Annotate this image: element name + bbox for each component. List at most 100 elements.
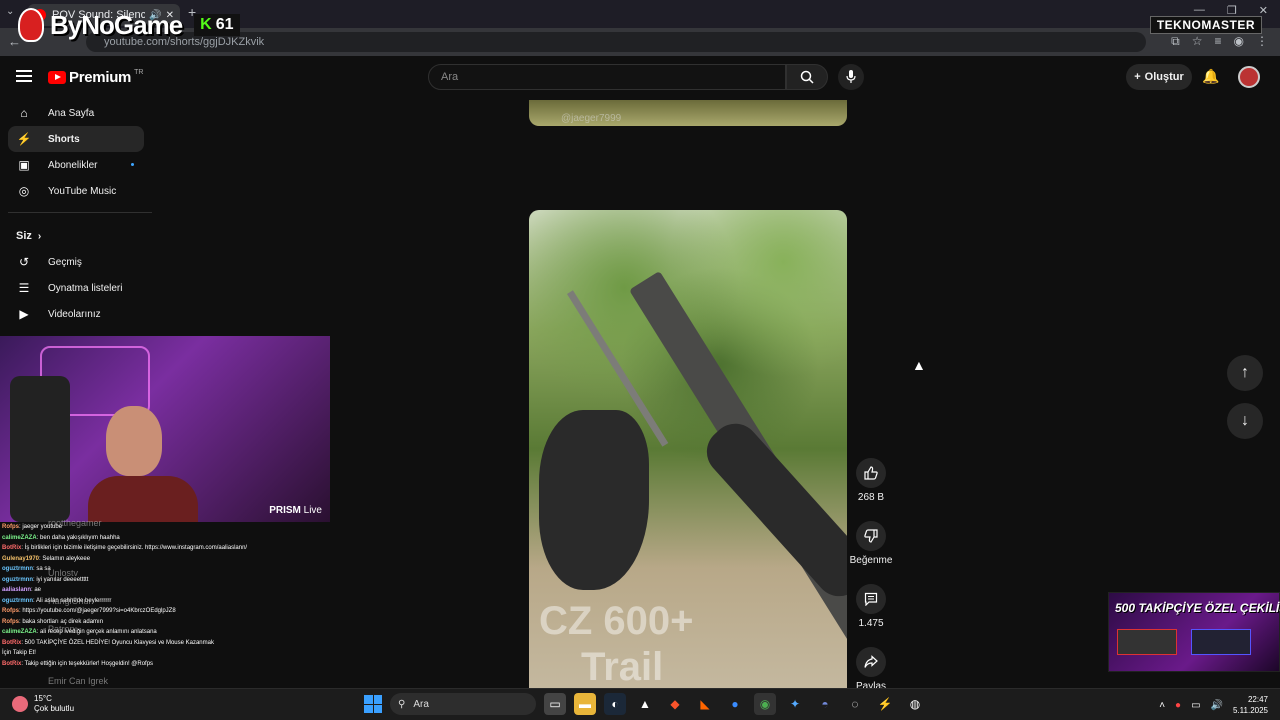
previous-short-button[interactable]: ↑	[1227, 355, 1263, 391]
search-icon: ⚲	[398, 698, 406, 710]
kick-icon: K	[200, 16, 212, 33]
like-count: 268 B	[857, 492, 885, 503]
windows-start-icon[interactable]	[364, 695, 382, 713]
file-explorer-icon[interactable]: ▬	[574, 693, 596, 715]
profile-icon[interactable]: ◉	[1234, 34, 1244, 49]
steam-icon[interactable]: ◐	[604, 693, 626, 715]
app-icon[interactable]: ◣	[694, 693, 716, 715]
menu-dots-icon[interactable]: ⋮	[1256, 34, 1268, 49]
sidebar-item-history[interactable]: ↺ Geçmiş	[8, 249, 144, 275]
music-icon: ◎	[18, 184, 30, 198]
account-avatar[interactable]	[1238, 66, 1260, 88]
weather-temp: 15°C	[34, 694, 52, 703]
thumbs-down-icon	[864, 529, 878, 543]
prism-live-badge: PRISM Live	[269, 505, 322, 516]
app-icon[interactable]: ●	[724, 693, 746, 715]
taskbar-search-label: Ara	[413, 698, 429, 710]
chat-message: Rofps: https://youtube.com/@jaeger7999?s…	[2, 608, 176, 614]
sponsor-logo: TEKNOMASTER	[1149, 16, 1262, 34]
thumbs-up-icon	[864, 466, 878, 480]
weather-icon	[12, 696, 28, 712]
brave-icon[interactable]: ◆	[664, 693, 686, 715]
search-icon	[800, 70, 814, 84]
voice-search-button[interactable]	[838, 64, 864, 90]
app-icon[interactable]: ◌	[844, 693, 866, 715]
volume-icon[interactable]: 🔊	[1211, 700, 1223, 711]
streamer-logo-icon	[18, 8, 44, 42]
like-button[interactable]	[856, 458, 886, 488]
ghost-channel-label: Emir Can Igrek	[48, 676, 109, 686]
sidebar-section-you[interactable]: Siz ›	[0, 223, 152, 249]
comment-button[interactable]	[856, 584, 886, 614]
arrow-up-icon: ↑	[1241, 364, 1249, 381]
obs-icon[interactable]: ◍	[904, 693, 926, 715]
search-input[interactable]: Ara	[428, 64, 786, 90]
microphone-tray-icon[interactable]: ●	[1175, 700, 1181, 711]
video-watermark: @jaeger7999	[561, 113, 622, 124]
chrome-icon[interactable]: ◉	[754, 693, 776, 715]
sidebar-item-youtube-music[interactable]: ◎ YouTube Music	[8, 178, 144, 204]
arrow-down-icon: ↓	[1241, 412, 1249, 429]
sidebar-item-playlists[interactable]: ☰ Oynatma listeleri	[8, 275, 144, 301]
search-button[interactable]	[786, 64, 828, 90]
comment-count: 1.475	[858, 618, 884, 629]
ghost-channel-label: Unlostv	[48, 568, 79, 578]
share-action: Paylaş	[848, 647, 894, 692]
streamer-brand-text: ByNoGame	[50, 9, 183, 40]
playlists-icon: ☰	[18, 281, 30, 295]
create-button[interactable]: + Oluştur	[1126, 64, 1192, 90]
install-icon[interactable]: ⧉	[1171, 34, 1180, 49]
sidebar-item-home[interactable]: ⌂ Ana Sayfa	[8, 100, 144, 126]
youtube-logo[interactable]: Premium TR	[48, 69, 143, 86]
kick-viewer-count: 61	[215, 16, 234, 33]
sidebar-item-label: Oynatma listeleri	[48, 282, 123, 294]
tab-list-icon[interactable]: ⌄	[6, 6, 14, 17]
logo-country: TR	[134, 69, 144, 76]
mouse-cursor-icon: ▲	[912, 357, 926, 373]
short-actions: 268 B Beğenme 1.475 Paylaş	[848, 458, 894, 710]
discord-icon[interactable]: ◓	[814, 693, 836, 715]
taskbar-apps: ⚲ Ara ▭ ▬ ◐ ▲ ◆ ◣ ● ◉ ✦ ◓ ◌ ⚡ ◍	[364, 693, 926, 715]
chat-message: Gulenay1970: Selamın aleykeee	[2, 555, 91, 562]
hamburger-menu-icon[interactable]	[16, 70, 32, 82]
chat-message: BotRix: 500 TAKİPÇİYE ÖZEL HEDİYE! Oyunc…	[2, 639, 214, 657]
short-video-player[interactable]: CZ 600+ Trail	[529, 210, 847, 688]
url-field[interactable]: youtube.com/shorts/ggjDJKZkvik	[86, 32, 1146, 52]
sidebar-item-subscriptions[interactable]: ▣ Abonelikler	[8, 152, 144, 178]
share-button[interactable]	[856, 647, 886, 677]
dislike-label: Beğenme	[849, 555, 893, 566]
subscriptions-icon: ▣	[18, 158, 30, 172]
history-icon: ↺	[18, 255, 30, 269]
plus-icon: +	[1134, 71, 1141, 83]
ghost-channel-label: HangiOnur	[48, 596, 92, 606]
clock[interactable]: 22:47 5.11.2025	[1233, 694, 1268, 716]
app-icon[interactable]: ▲	[634, 693, 656, 715]
chevron-up-icon[interactable]: ˄	[1159, 700, 1165, 711]
previous-short-video[interactable]: @jaeger7999	[529, 100, 847, 126]
sidebar: ⌂ Ana Sayfa ⚡ Shorts ▣ Abonelikler ◎ You…	[0, 100, 152, 327]
chat-message: BotRix: Takip ettiğin için teşekkürler! …	[2, 660, 154, 667]
taskbar-search[interactable]: ⚲ Ara	[390, 693, 536, 715]
create-label: Oluştur	[1144, 71, 1184, 83]
dislike-action: Beğenme	[848, 521, 894, 566]
dislike-button[interactable]	[856, 521, 886, 551]
notifications-bell-icon[interactable]: 🔔	[1202, 68, 1219, 85]
bookmark-star-icon[interactable]: ☆	[1192, 34, 1203, 49]
giveaway-promo-overlay: 500 TAKİPÇİYE ÖZEL ÇEKİLİŞ	[1108, 592, 1280, 672]
media-icon[interactable]: ≡	[1215, 34, 1222, 49]
next-short-button[interactable]: ↓	[1227, 403, 1263, 439]
sidebar-item-shorts[interactable]: ⚡ Shorts	[8, 126, 144, 152]
sidebar-item-label: Videolarınız	[48, 308, 101, 320]
app-icon[interactable]: ⚡	[874, 693, 896, 715]
microphone-icon	[846, 70, 856, 83]
sidebar-item-your-videos[interactable]: ▶ Videolarınız	[8, 301, 144, 327]
sidebar-divider	[8, 212, 152, 213]
network-icon[interactable]: ▭	[1191, 700, 1200, 711]
weather-desc: Çok bulutlu	[34, 704, 75, 713]
task-view-icon[interactable]: ▭	[544, 693, 566, 715]
logo-text: Premium	[69, 69, 132, 86]
app-icon[interactable]: ✦	[784, 693, 806, 715]
section-heading: Siz	[16, 230, 32, 242]
sidebar-item-label: Abonelikler	[48, 159, 98, 171]
weather-widget[interactable]: 15°C Çok bulutlu	[12, 694, 74, 714]
